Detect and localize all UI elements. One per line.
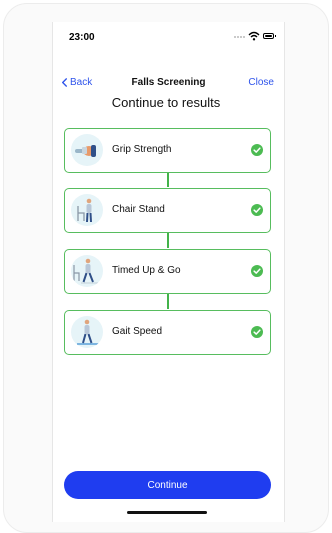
step-label: Timed Up & Go bbox=[112, 265, 181, 276]
step-label: Gait Speed bbox=[112, 326, 163, 337]
signal-icon bbox=[234, 36, 245, 39]
close-button[interactable]: Close bbox=[248, 77, 274, 88]
status-bar: 23:00 bbox=[53, 22, 284, 52]
step-card-grip-strength[interactable]: Grip Strength bbox=[64, 128, 271, 173]
wifi-icon bbox=[248, 31, 260, 41]
home-indicator bbox=[127, 511, 207, 514]
status-icons bbox=[214, 31, 276, 42]
check-circle-icon bbox=[251, 265, 263, 277]
check-circle-icon bbox=[251, 144, 263, 156]
step-connector bbox=[167, 233, 169, 248]
step-card-gait-speed[interactable]: Gait Speed bbox=[64, 310, 271, 355]
step-label: Chair Stand bbox=[112, 204, 165, 215]
chair-stand-illustration bbox=[71, 194, 103, 226]
step-connector bbox=[167, 172, 169, 187]
check-circle-icon bbox=[251, 204, 263, 216]
grip-strength-illustration bbox=[71, 134, 103, 166]
continue-button[interactable]: Continue bbox=[64, 471, 271, 499]
page-title: Continue to results bbox=[111, 95, 221, 110]
navigation-bar: Back Falls Screening Close bbox=[53, 74, 284, 94]
timed-up-and-go-illustration bbox=[71, 255, 103, 287]
check-circle-icon bbox=[251, 326, 263, 338]
battery-icon bbox=[263, 33, 276, 39]
gait-speed-illustration bbox=[71, 316, 103, 348]
step-card-chair-stand[interactable]: Chair Stand bbox=[64, 188, 271, 233]
step-connector bbox=[167, 294, 169, 309]
step-card-timed-up-and-go[interactable]: Timed Up & Go bbox=[64, 249, 271, 294]
step-label: Grip Strength bbox=[112, 144, 172, 155]
status-time: 23:00 bbox=[69, 32, 95, 43]
